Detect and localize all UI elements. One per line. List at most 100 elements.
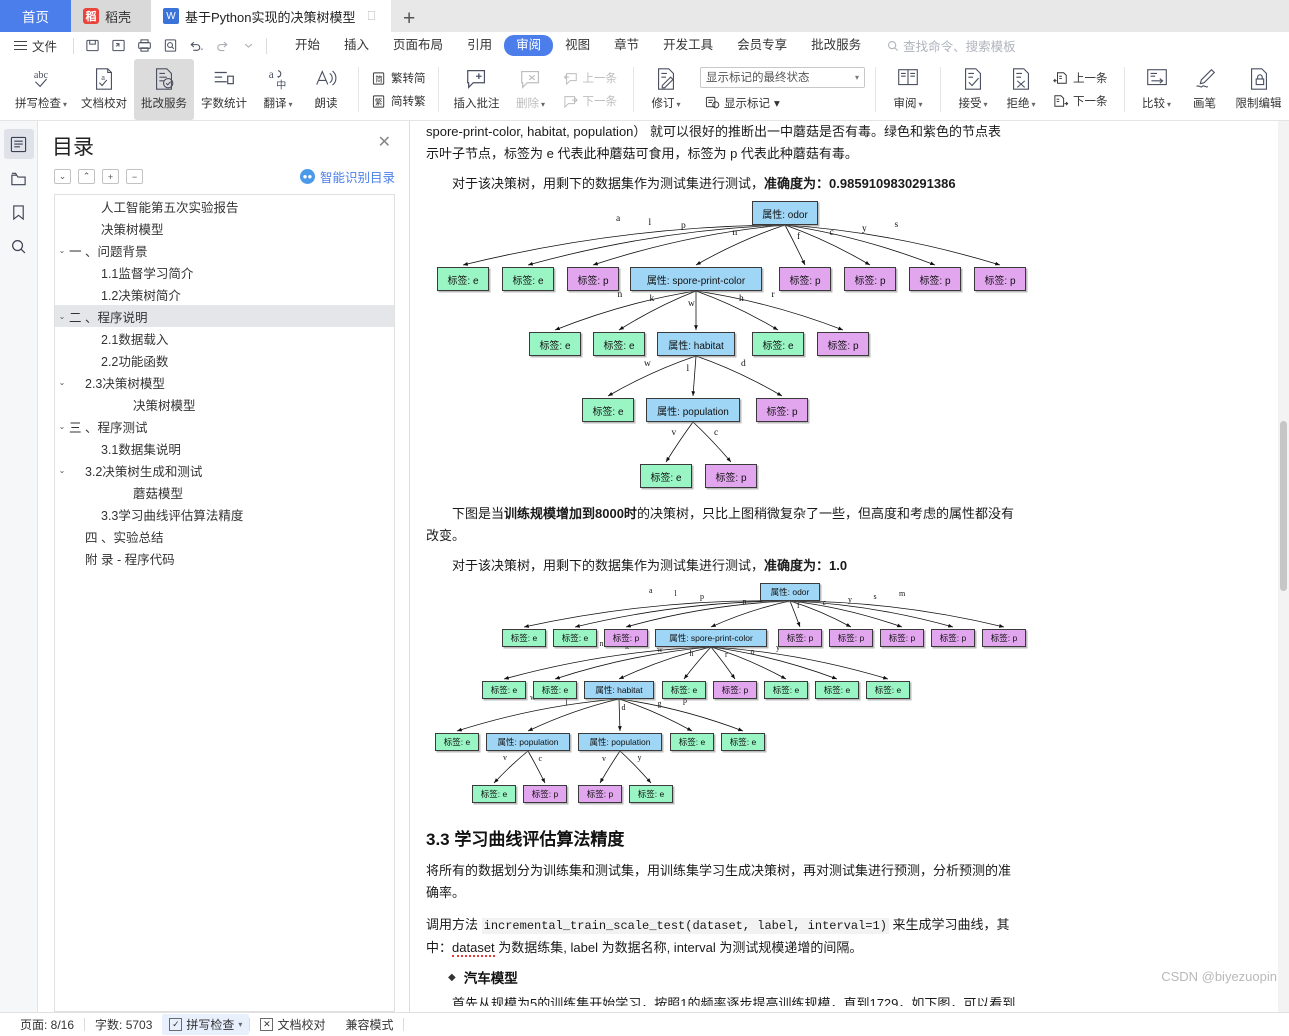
folder-icon[interactable]: [4, 163, 34, 193]
toc-item[interactable]: ⌄ 二 、程序说明: [55, 305, 394, 327]
tab-daoke[interactable]: 稻 稻壳: [71, 0, 152, 32]
print-icon[interactable]: [132, 35, 156, 56]
page-indicator[interactable]: 页面: 8/16: [10, 1016, 84, 1033]
chevron-down-icon[interactable]: ⌄: [55, 312, 69, 321]
toc-item[interactable]: 2.1数据载入: [55, 327, 394, 349]
ribbon-tab-dev-tools[interactable]: 开发工具: [651, 35, 725, 56]
toc-item[interactable]: 附 录 - 程序代码: [55, 547, 394, 569]
show-markup-button[interactable]: 显示标记 ▾: [700, 93, 865, 113]
accuracy-label-2: 准确度为：: [764, 558, 830, 573]
svg-text:繁: 繁: [374, 96, 382, 106]
next-comment-button[interactable]: 下一条: [559, 91, 622, 111]
trad-to-simp-button[interactable]: 简 繁转简: [367, 68, 430, 88]
smart-toc-button[interactable]: ●● 智能识别目录: [299, 167, 395, 186]
toc-item-label: 1.1监督学习简介: [101, 266, 194, 281]
insert-comment-button[interactable]: 插入批注: [447, 59, 507, 120]
expand-all-button[interactable]: +: [102, 169, 119, 184]
section-33-paragraph-line1: 将所有的数据划分为训练集和测试集，用训练集学习生成决策树，再对测试集进行预测，分…: [426, 863, 1012, 878]
bookmark-icon[interactable]: [4, 197, 34, 227]
print-preview-icon[interactable]: [158, 35, 182, 56]
toc-item[interactable]: 1.2决策树简介: [55, 283, 394, 305]
save-icon[interactable]: [80, 35, 104, 56]
ribbon-tab-insert[interactable]: 插入: [332, 35, 381, 56]
tab-document[interactable]: W 基于Python实现的决策树模型 ⎕: [151, 0, 392, 32]
customize-icon[interactable]: [236, 35, 260, 56]
toc-item[interactable]: 人工智能第五次实验报告: [55, 195, 394, 217]
table-of-contents[interactable]: 人工智能第五次实验报告 决策树模型 ⌄ 一 、问题背景 1.1监督学习简介 1.2决策树简…: [54, 194, 395, 1012]
accept-button[interactable]: 接受 ▾: [949, 59, 997, 120]
outline-icon[interactable]: [3, 129, 34, 159]
proofread-status-button[interactable]: ✕ 文档校对: [250, 1016, 335, 1033]
toc-item[interactable]: ⌄ 2.3决策树模型: [55, 371, 394, 393]
prev-comment-button[interactable]: 上一条: [559, 68, 622, 88]
chevron-down-icon: ▾: [855, 72, 860, 82]
command-search[interactable]: 查找命令、搜索模板: [887, 36, 1016, 55]
toc-item[interactable]: 决策树模型: [55, 217, 394, 239]
chevron-down-icon[interactable]: ⌄: [55, 466, 69, 475]
new-tab-button[interactable]: +: [391, 8, 427, 29]
delete-comment-button[interactable]: 删除 ▾: [507, 59, 555, 120]
collapse-up-button[interactable]: ⌃: [78, 169, 95, 184]
ribbon-tab-correction[interactable]: 批改服务: [799, 35, 873, 56]
pen-button[interactable]: 画笔: [1181, 59, 1229, 120]
review-pane-button[interactable]: 审阅 ▾: [884, 59, 932, 120]
tree-leaf-node: 标签: e: [721, 733, 765, 751]
ribbon-tab-page-layout[interactable]: 页面布局: [381, 35, 455, 56]
toc-item[interactable]: 蘑菇模型: [55, 481, 394, 503]
collapse-all-button[interactable]: −: [126, 169, 143, 184]
markup-display-select[interactable]: 显示标记的最终状态 ▾: [700, 66, 866, 88]
track-changes-button[interactable]: 修订 ▾: [642, 59, 690, 120]
chevron-down-icon[interactable]: ⌄: [55, 422, 69, 431]
toc-item[interactable]: ⌄ 三 、程序测试: [55, 415, 394, 437]
section-33-method-line1: 调用方法 incremental_train_scale_test(datase…: [426, 914, 1275, 937]
method-mid-b: 为数据练集, label 为数据名称, interval 为测试规模递增的间隔。: [494, 940, 863, 955]
spell-check-button[interactable]: abc 拼写检查 ▾: [8, 59, 74, 120]
document-proofread-button[interactable]: a 文档校对: [74, 59, 134, 120]
spellcheck-status-button[interactable]: ✓ 拼写检查 ▾: [162, 1014, 250, 1035]
toc-item[interactable]: ⌄ 一 、问题背景: [55, 239, 394, 261]
prev-change-button[interactable]: 上一条: [1049, 68, 1112, 88]
word-count-button[interactable]: 字数统计: [194, 59, 254, 120]
collapse-down-button[interactable]: ⌄: [54, 169, 71, 184]
read-aloud-button[interactable]: 朗读: [302, 59, 350, 120]
scrollbar-thumb[interactable]: [1280, 421, 1287, 591]
reject-button[interactable]: 拒绝 ▾: [997, 59, 1045, 120]
vertical-scrollbar[interactable]: [1278, 121, 1289, 1012]
divider: [940, 67, 942, 112]
ribbon-tab-references[interactable]: 引用: [455, 35, 504, 56]
chevron-down-icon[interactable]: ⌄: [55, 378, 69, 387]
search-icon: [888, 40, 899, 51]
close-icon[interactable]: ✕: [374, 131, 395, 155]
ribbon-tab-member[interactable]: 会员专享: [725, 35, 799, 56]
next-comment-icon: [563, 93, 579, 109]
section-33-heading: 3.3 学习曲线评估算法精度: [426, 830, 625, 849]
toc-item[interactable]: 1.1监督学习简介: [55, 261, 394, 283]
word-count-indicator[interactable]: 字数: 5703: [85, 1016, 162, 1033]
cast-icon[interactable]: ⎕: [368, 8, 376, 24]
toc-item[interactable]: 3.3学习曲线评估算法精度: [55, 503, 394, 525]
chevron-down-icon[interactable]: ⌄: [55, 246, 69, 255]
save-as-icon[interactable]: [106, 35, 130, 56]
redo-icon[interactable]: [210, 35, 234, 56]
file-menu-button[interactable]: 文件: [8, 36, 67, 55]
document-page[interactable]: spore-print-color, habitat, population） …: [410, 121, 1289, 1012]
tab-home[interactable]: 首页: [0, 0, 71, 32]
search-icon[interactable]: [4, 231, 34, 261]
ribbon-tab-view[interactable]: 视图: [553, 35, 602, 56]
correction-service-button[interactable]: 批改服务: [134, 59, 195, 120]
toc-item[interactable]: 2.2功能函数: [55, 349, 394, 371]
restrict-edit-button[interactable]: 限制编辑: [1229, 59, 1289, 120]
mid-text-a: 下图是当: [452, 506, 505, 521]
next-change-button[interactable]: 下一条: [1049, 91, 1112, 111]
ribbon-tab-start[interactable]: 开始: [283, 35, 332, 56]
toc-item[interactable]: 四 、实验总结: [55, 525, 394, 547]
undo-icon[interactable]: [184, 35, 208, 56]
ribbon-tab-sections[interactable]: 章节: [602, 35, 651, 56]
ribbon-tab-review[interactable]: 审阅: [504, 35, 554, 56]
compare-button[interactable]: 比较 ▾: [1133, 59, 1181, 120]
simp-to-trad-button[interactable]: 繁 简转繁: [367, 91, 430, 111]
toc-item[interactable]: 3.1数据集说明: [55, 437, 394, 459]
toc-item[interactable]: 决策树模型: [55, 393, 394, 415]
toc-item[interactable]: ⌄ 3.2决策树生成和测试: [55, 459, 394, 481]
translate-button[interactable]: a 中 翻译 ▾: [254, 59, 302, 120]
